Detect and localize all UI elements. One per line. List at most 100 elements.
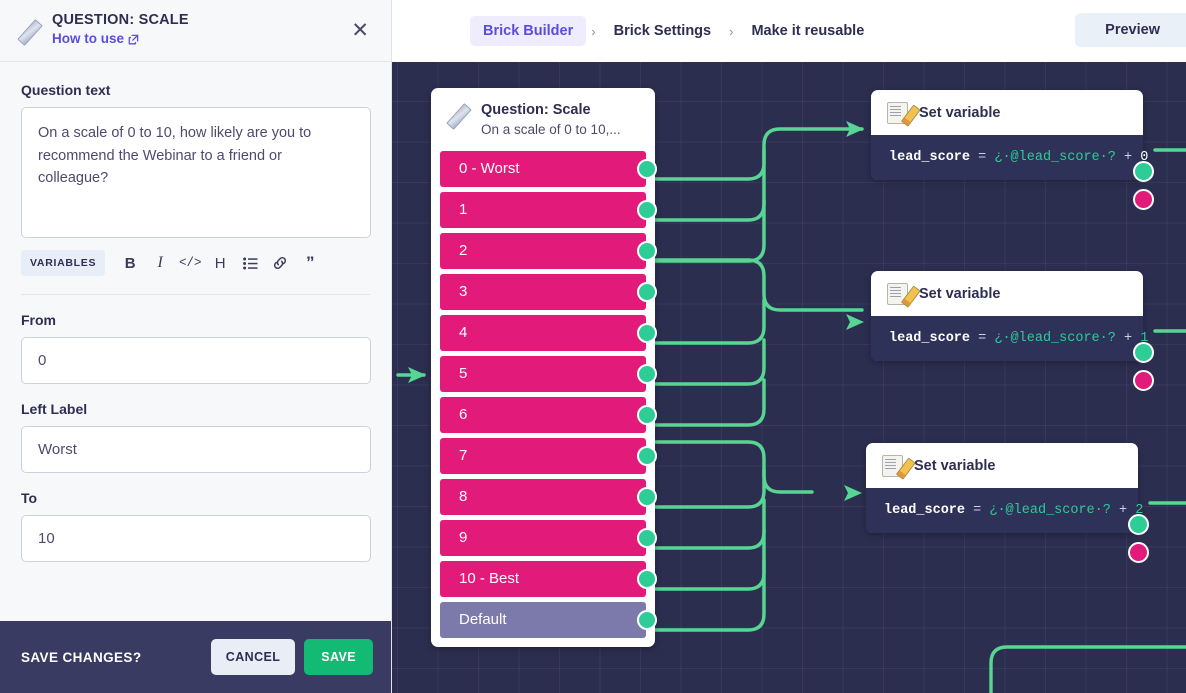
italic-icon[interactable]: I	[145, 249, 175, 277]
scale-option-label: 7	[459, 447, 468, 465]
panel-body: Question text VARIABLES B I </> H	[0, 62, 391, 621]
from-input[interactable]	[21, 337, 371, 384]
scale-option-row[interactable]: 0 - Worst	[440, 150, 657, 187]
to-input[interactable]	[21, 515, 371, 562]
bold-icon[interactable]: B	[115, 249, 145, 277]
save-changes-prompt: SAVE CHANGES?	[21, 649, 142, 665]
set-variable-node-2[interactable]: Set variable lead_score = ¿·@lead_score·…	[871, 271, 1154, 391]
scale-option-row[interactable]: 5	[440, 355, 657, 392]
breadcrumb: Brick Builder › Brick Settings › Make it reu…	[470, 16, 877, 46]
option-output-port[interactable]	[637, 322, 657, 343]
cancel-button[interactable]: CANCEL	[210, 639, 296, 675]
output-port-error[interactable]	[1128, 542, 1149, 563]
expression-token: ¿·@lead_score·?	[994, 150, 1116, 165]
scale-option-row[interactable]: 10 - Best	[440, 560, 657, 597]
equals-sign: =	[978, 331, 987, 346]
bullet-list-icon[interactable]	[235, 249, 265, 277]
link-icon[interactable]	[265, 249, 295, 277]
ruler-icon	[445, 102, 471, 128]
from-field-group: From	[21, 312, 371, 384]
output-port-error[interactable]	[1133, 189, 1154, 210]
option-output-port[interactable]	[637, 486, 657, 507]
question-text-label: Question text	[21, 82, 111, 98]
heading-icon[interactable]: H	[205, 249, 235, 277]
question-scale-node[interactable]: Question: Scale On a scale of 0 to 10,..…	[431, 88, 657, 647]
scale-option-row[interactable]: 4	[440, 314, 657, 351]
option-output-port[interactable]	[637, 363, 657, 384]
scale-option-label: 2	[459, 242, 468, 260]
scale-option-label: 3	[459, 283, 468, 301]
scale-option-row[interactable]: Default	[440, 601, 657, 638]
set-variable-title: Set variable	[919, 105, 1001, 121]
question-node-header: Question: Scale On a scale of 0 to 10,..…	[431, 88, 655, 151]
breadcrumb-item-brick-builder[interactable]: Brick Builder	[470, 16, 587, 46]
scale-option-row[interactable]: 2	[440, 232, 657, 269]
set-variable-header: Set variable	[866, 443, 1138, 488]
plus-sign: +	[1123, 331, 1133, 346]
question-node-subtitle: On a scale of 0 to 10,...	[481, 122, 621, 138]
preview-button[interactable]: Preview	[1075, 13, 1186, 47]
output-port-success[interactable]	[1133, 161, 1154, 182]
option-output-port[interactable]	[637, 609, 657, 630]
scale-option-row[interactable]: 6	[440, 396, 657, 433]
scale-option-label: 8	[459, 488, 468, 506]
scale-option-row[interactable]: 8	[440, 478, 657, 515]
list-glyph	[242, 257, 258, 269]
option-output-port[interactable]	[637, 199, 657, 220]
external-link-icon	[128, 34, 139, 45]
save-button[interactable]: SAVE	[304, 639, 373, 675]
output-port-success[interactable]	[1128, 514, 1149, 535]
set-variable-expression[interactable]: lead_score = ¿·@lead_score·? + 1	[871, 316, 1154, 391]
set-variable-header: Set variable	[871, 90, 1143, 135]
output-port-error[interactable]	[1133, 370, 1154, 391]
quote-icon[interactable]: ”	[295, 249, 325, 277]
option-output-port[interactable]	[637, 158, 657, 179]
link-glyph	[274, 256, 287, 270]
plus-sign: +	[1123, 150, 1133, 165]
expression-token: ¿·@lead_score·?	[994, 331, 1116, 346]
left-label-input[interactable]	[21, 426, 371, 473]
option-output-port[interactable]	[637, 404, 657, 425]
set-variable-node-1[interactable]: Set variable lead_score = ¿·@lead_score·…	[871, 90, 1154, 210]
editor-toolbar: VARIABLES B I </> H ”	[21, 249, 370, 295]
set-variable-expression[interactable]: lead_score = ¿·@lead_score·? + 0	[871, 135, 1154, 210]
how-to-use-link[interactable]: How to use	[52, 29, 139, 49]
close-icon[interactable]: ✕	[347, 18, 373, 43]
set-variable-header: Set variable	[871, 271, 1143, 316]
variable-name: lead_score	[889, 150, 971, 165]
scale-option-label: 10 - Best	[459, 570, 520, 588]
scale-option-row[interactable]: 1	[440, 191, 657, 228]
option-output-port[interactable]	[637, 281, 657, 302]
top-bar: Brick Builder › Brick Settings › Make it reu…	[392, 0, 1186, 62]
ruler-icon	[16, 18, 42, 44]
plus-sign: +	[1118, 503, 1128, 518]
question-text-input[interactable]	[21, 107, 371, 238]
breadcrumb-item-make-it-reusable[interactable]: Make it reusable	[738, 16, 877, 46]
option-output-port[interactable]	[637, 527, 657, 548]
to-label: To	[21, 490, 38, 506]
variables-button[interactable]: VARIABLES	[21, 250, 106, 276]
page-title: QUESTION: SCALE	[52, 12, 189, 29]
set-variable-node-3[interactable]: Set variable lead_score = ¿·@lead_score·…	[866, 443, 1149, 563]
question-options-list: 0 - Worst 1 2 3 4 5 6 7 8 9 10 - Best Default	[431, 150, 657, 638]
option-output-port[interactable]	[637, 445, 657, 466]
set-variable-title: Set variable	[914, 458, 996, 474]
code-icon[interactable]: </>	[175, 249, 205, 277]
scale-option-row[interactable]: 7	[440, 437, 657, 474]
scale-option-label: Default	[459, 611, 507, 629]
equals-sign: =	[978, 150, 987, 165]
memo-pencil-icon	[887, 102, 908, 124]
output-port-success[interactable]	[1133, 342, 1154, 363]
scale-option-label: 0 - Worst	[459, 160, 520, 178]
option-output-port[interactable]	[637, 240, 657, 261]
option-output-port[interactable]	[637, 568, 657, 589]
scale-option-row[interactable]: 3	[440, 273, 657, 310]
breadcrumb-item-brick-settings[interactable]: Brick Settings	[601, 16, 725, 46]
scale-option-row[interactable]: 9	[440, 519, 657, 556]
scale-option-label: 6	[459, 406, 468, 424]
variable-name: lead_score	[889, 331, 971, 346]
breadcrumb-separator: ›	[729, 23, 734, 39]
memo-pencil-icon	[887, 283, 908, 305]
breadcrumb-separator: ›	[591, 23, 596, 39]
set-variable-expression[interactable]: lead_score = ¿·@lead_score·? + 2	[866, 488, 1149, 563]
